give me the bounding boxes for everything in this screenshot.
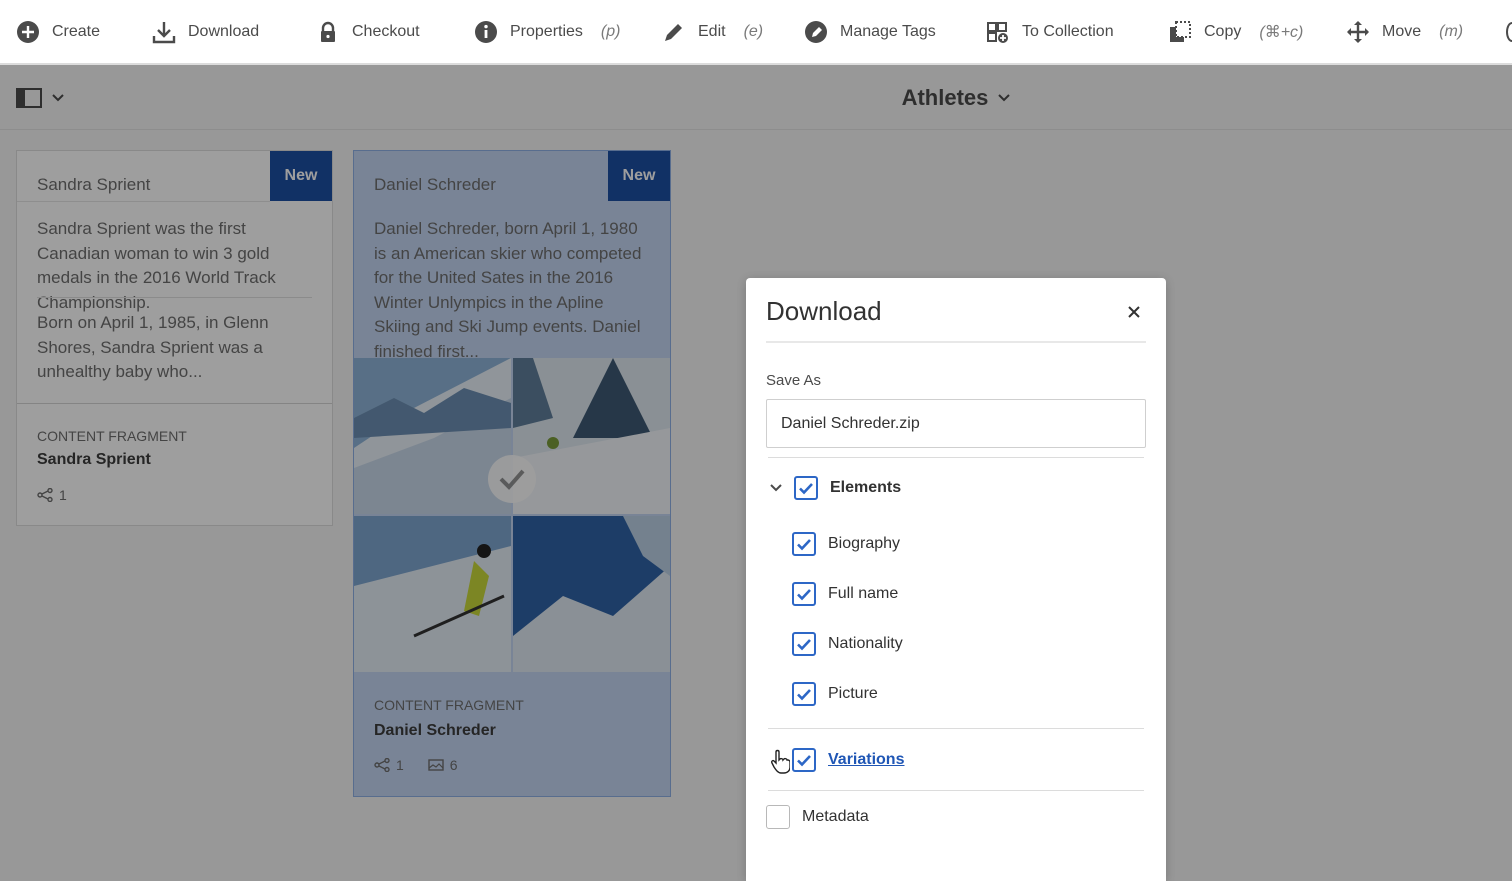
dialog-title: Download bbox=[766, 296, 882, 326]
move-icon bbox=[1346, 20, 1370, 44]
properties-shortcut: (p) bbox=[600, 23, 621, 40]
download-button[interactable]: Download bbox=[152, 0, 259, 64]
close-button[interactable] bbox=[1124, 302, 1144, 322]
metadata-row: Metadata bbox=[766, 805, 869, 829]
checkmark-icon bbox=[799, 482, 813, 494]
create-label: Create bbox=[52, 23, 101, 40]
close-icon bbox=[1128, 306, 1140, 318]
biography-label: Biography bbox=[828, 535, 901, 552]
copy-icon bbox=[1168, 20, 1192, 44]
divider bbox=[768, 790, 1144, 791]
chevron-down-icon[interactable] bbox=[768, 480, 784, 496]
to-collection-button[interactable]: To Collection bbox=[986, 0, 1114, 64]
element-row-picture: Picture bbox=[792, 682, 878, 706]
lock-icon bbox=[316, 20, 340, 44]
manage-tags-button[interactable]: Manage Tags bbox=[804, 0, 936, 64]
add-circle-icon bbox=[16, 20, 40, 44]
variations-row: Variations bbox=[770, 748, 904, 774]
nationality-label: Nationality bbox=[828, 635, 903, 652]
element-row-full-name: Full name bbox=[792, 582, 898, 606]
picture-checkbox[interactable] bbox=[792, 682, 816, 706]
to-collection-label: To Collection bbox=[1022, 23, 1114, 40]
element-row-nationality: Nationality bbox=[792, 632, 903, 656]
variations-link[interactable]: Variations bbox=[828, 751, 904, 769]
manage-tags-label: Manage Tags bbox=[840, 23, 936, 40]
properties-button[interactable]: Properties (p) bbox=[474, 0, 620, 64]
picture-label: Picture bbox=[828, 685, 878, 702]
copy-button[interactable]: Copy (⌘+c) bbox=[1168, 0, 1303, 64]
save-as-label: Save As bbox=[766, 372, 822, 389]
download-dialog: Download Save As Elements Biography Full… bbox=[746, 278, 1166, 881]
checkout-button[interactable]: Checkout bbox=[316, 0, 420, 64]
metadata-label: Metadata bbox=[802, 808, 869, 825]
biography-checkbox[interactable] bbox=[792, 532, 816, 556]
collection-icon bbox=[986, 20, 1010, 44]
edit-button[interactable]: Edit (e) bbox=[662, 0, 763, 64]
create-button[interactable]: Create bbox=[16, 0, 100, 64]
move-shortcut: (m) bbox=[1439, 23, 1464, 40]
hand-cursor-icon bbox=[770, 748, 790, 774]
action-toolbar: Create Download Checkout Properties (p) E… bbox=[0, 0, 1512, 65]
copy-label: Copy bbox=[1204, 23, 1242, 40]
copy-shortcut: (⌘+c) bbox=[1259, 24, 1304, 41]
nationality-checkbox[interactable] bbox=[792, 632, 816, 656]
full-name-checkbox[interactable] bbox=[792, 582, 816, 606]
checkmark-icon bbox=[797, 754, 811, 766]
edit-shortcut: (e) bbox=[743, 23, 764, 40]
properties-label: Properties bbox=[510, 23, 583, 40]
elements-row: Elements bbox=[768, 476, 901, 500]
checkout-label: Checkout bbox=[352, 23, 420, 40]
checkmark-icon bbox=[797, 588, 811, 600]
checkmark-icon bbox=[797, 538, 811, 550]
variations-checkbox[interactable] bbox=[792, 748, 816, 772]
elements-checkbox[interactable] bbox=[794, 476, 818, 500]
metadata-checkbox[interactable] bbox=[766, 805, 790, 829]
move-label: Move bbox=[1382, 23, 1422, 40]
move-button[interactable]: Move (m) bbox=[1346, 0, 1463, 64]
divider bbox=[768, 457, 1144, 458]
divider bbox=[766, 341, 1146, 343]
divider bbox=[768, 728, 1144, 729]
download-icon bbox=[152, 20, 176, 44]
checkmark-icon bbox=[797, 688, 811, 700]
element-row-biography: Biography bbox=[792, 532, 900, 556]
more-icon[interactable] bbox=[1506, 22, 1512, 42]
elements-label: Elements bbox=[830, 479, 902, 496]
full-name-label: Full name bbox=[828, 585, 899, 602]
info-icon bbox=[474, 20, 498, 44]
save-as-input[interactable] bbox=[766, 399, 1146, 448]
checkmark-icon bbox=[797, 638, 811, 650]
edit-label: Edit bbox=[698, 23, 726, 40]
tag-icon bbox=[804, 20, 828, 44]
download-label: Download bbox=[188, 23, 260, 40]
pencil-icon bbox=[662, 20, 686, 44]
